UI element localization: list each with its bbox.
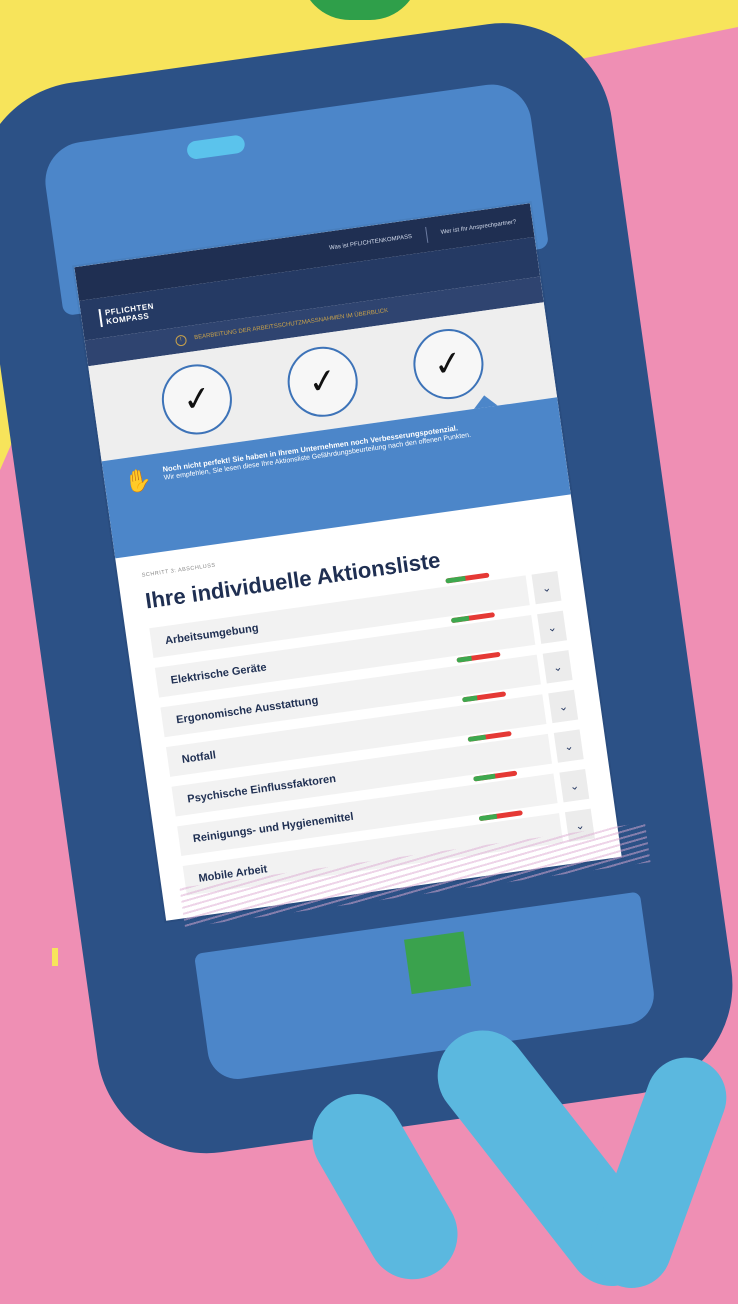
progress-fill bbox=[445, 575, 466, 584]
list-item-title: Psychische Einflussfaktoren bbox=[186, 772, 337, 806]
nav-link-contact[interactable]: Wer ist Ihr Ansprechpartner? bbox=[440, 219, 516, 236]
hand-icon: ✋ bbox=[123, 466, 154, 496]
progress-fill bbox=[450, 615, 469, 624]
progress-fill bbox=[461, 695, 478, 703]
list-item-title: Ergonomische Ausstattung bbox=[175, 694, 320, 727]
phone-screen: Was ist PFLICHTENKOMPASS Wer ist Ihr Ans… bbox=[74, 203, 622, 921]
progress-fill bbox=[456, 655, 473, 663]
nav-divider bbox=[424, 226, 429, 243]
logo[interactable]: PFLICHTEN KOMPASS bbox=[98, 301, 156, 328]
chevron-down-icon[interactable]: ⌄ bbox=[531, 570, 562, 605]
progress-fill bbox=[478, 813, 497, 822]
step-3-check-icon[interactable]: ✓ bbox=[408, 324, 488, 404]
chevron-down-icon[interactable]: ⌄ bbox=[537, 610, 568, 644]
step-2-check-icon[interactable]: ✓ bbox=[283, 342, 363, 422]
chevron-down-icon[interactable]: ⌄ bbox=[548, 689, 579, 724]
list-item-title: Notfall bbox=[181, 749, 217, 766]
chevron-down-icon[interactable]: ⌄ bbox=[553, 729, 584, 763]
list-item-title: Reinigungs- und Hygienemittel bbox=[192, 810, 355, 846]
progress-bar bbox=[445, 572, 490, 584]
phone-illustration: Was ist PFLICHTENKOMPASS Wer ist Ihr Ans… bbox=[0, 0, 738, 1304]
chevron-down-icon[interactable]: ⌄ bbox=[542, 650, 573, 684]
list-item-title: Arbeitsumgebung bbox=[164, 622, 260, 648]
home-button[interactable] bbox=[404, 931, 472, 995]
progress-fill bbox=[473, 773, 496, 782]
info-icon: ! bbox=[174, 333, 188, 347]
step-1-check-icon[interactable]: ✓ bbox=[157, 359, 237, 439]
chevron-down-icon[interactable]: ⌄ bbox=[559, 769, 590, 803]
progress-fill bbox=[467, 734, 486, 743]
nav-link-about[interactable]: Was ist PFLICHTENKOMPASS bbox=[329, 234, 413, 252]
list-item-title: Elektrische Geräte bbox=[169, 661, 268, 687]
